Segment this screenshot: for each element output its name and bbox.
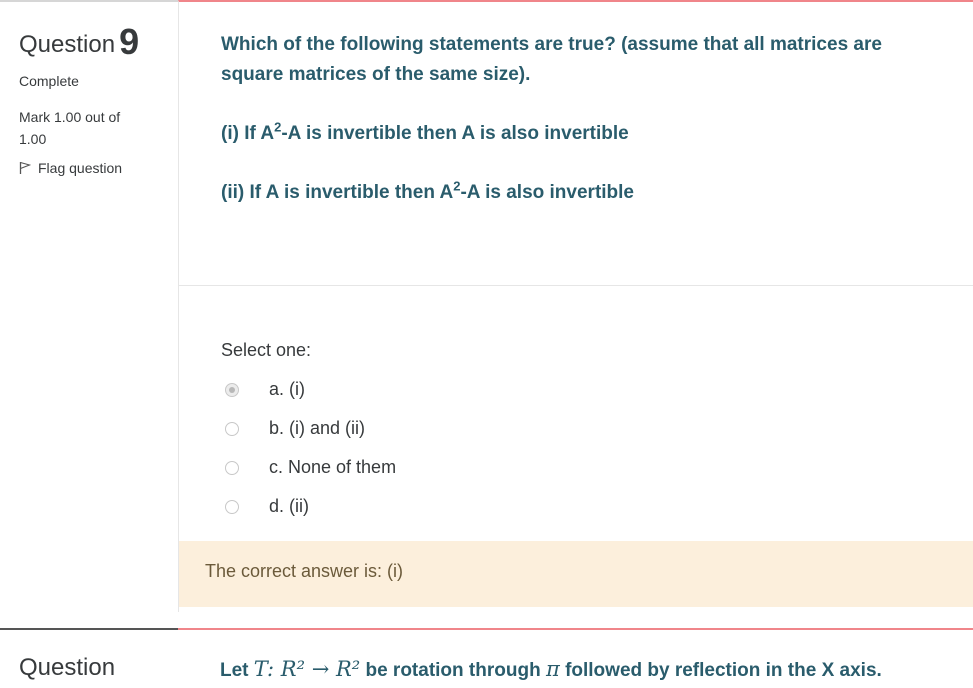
pi-symbol: π [545, 657, 560, 681]
flag-question-link[interactable]: Flag question [19, 160, 122, 176]
statement-i: (i) If A2-A is invertible then A is also… [221, 119, 629, 144]
question-content: Which of the following statements are tr… [178, 0, 973, 612]
answer-label-b[interactable]: b. (i) and (ii) [269, 418, 365, 439]
math-expression: T: R² → R² [253, 657, 361, 681]
answer-options: a. (i) b. (i) and (ii) c. None of them d… [225, 370, 396, 526]
answer-option-b[interactable]: b. (i) and (ii) [225, 409, 396, 448]
question-statement: Which of the following statements are tr… [221, 34, 882, 85]
radio-button-d[interactable] [225, 499, 239, 514]
answer-label-c[interactable]: c. None of them [269, 457, 396, 478]
section-divider [179, 285, 973, 286]
question-text: Let T: R² → R² be rotation through π fol… [220, 657, 882, 681]
flag-icon [19, 161, 31, 175]
question-9: Question 9 Complete Mark 1.00 out of 1.00… [0, 0, 973, 612]
radio-button-b[interactable] [225, 421, 239, 436]
question-state: Complete [19, 73, 79, 89]
answer-option-a[interactable]: a. (i) [225, 370, 396, 409]
question-text: Which of the following statements are tr… [221, 30, 921, 208]
answer-label-d[interactable]: d. (ii) [269, 496, 309, 517]
question-content: Let T: R² → R² be rotation through π fol… [178, 628, 973, 688]
flag-question-label: Flag question [38, 160, 123, 176]
question-grade: Mark 1.00 out of 1.00 [19, 109, 121, 147]
answer-label-a[interactable]: a. (i) [269, 379, 305, 400]
statement-ii: (ii) If A is invertible then A2-A is als… [221, 178, 634, 203]
question-info: Question 9 Complete Mark 1.00 out of 1.00… [0, 0, 178, 612]
feedback-text: The correct answer is: (i) [205, 561, 404, 581]
question-number: 9 [119, 21, 140, 62]
correct-answer-feedback: The correct answer is: (i) [179, 541, 973, 607]
question-title: Question 9 [19, 21, 140, 62]
answer-option-d[interactable]: d. (ii) [225, 487, 396, 526]
answer-option-c[interactable]: c. None of them [225, 448, 396, 487]
radio-button-a[interactable] [225, 382, 239, 397]
question-info: Question [0, 628, 178, 688]
select-prompt: Select one: [221, 340, 312, 360]
radio-button-c[interactable] [225, 460, 239, 475]
question-10: Question Let T: R² → R² be rotation thro… [0, 628, 973, 688]
